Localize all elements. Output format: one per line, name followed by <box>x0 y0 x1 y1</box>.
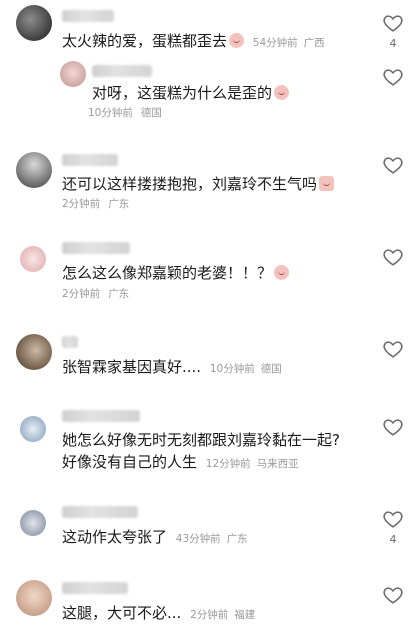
username[interactable] <box>62 10 114 22</box>
username[interactable] <box>62 582 128 594</box>
comment-location: 广东 <box>108 288 130 300</box>
comment-text: 这腿，大可不必... 2分钟前 福建 <box>62 604 256 622</box>
heart-outline-icon[interactable] <box>382 12 404 34</box>
username[interactable] <box>62 410 140 422</box>
like-count: 4 <box>389 533 397 546</box>
face-emoji-icon <box>229 33 245 48</box>
heart-outline-icon[interactable] <box>382 584 404 606</box>
comment-item[interactable]: 怎么这么像郑嘉颖的老婆！！？ 2分钟前 广东 <box>0 234 412 322</box>
comment-location: 广西 <box>303 37 325 49</box>
username[interactable] <box>62 154 118 166</box>
like-count: 4 <box>389 37 397 50</box>
comment-item[interactable]: 她怎么好像无时无刻都跟刘嘉玲黏在一起? 好像没有自己的人生 12分钟前 马来西亚 <box>0 402 412 500</box>
heart-outline-icon[interactable] <box>382 246 404 268</box>
comment-location: 马来西亚 <box>256 458 299 470</box>
avatar[interactable] <box>60 61 86 87</box>
heart-outline-icon[interactable] <box>382 508 404 530</box>
face-emoji-icon <box>319 176 335 191</box>
comment-text: 这动作太夸张了 43分钟前 广东 <box>62 528 248 546</box>
comment-location: 德国 <box>140 107 162 119</box>
comment-location: 福建 <box>234 609 256 621</box>
comment-location: 广东 <box>108 198 130 210</box>
comment-time: 10分钟前 <box>88 107 133 119</box>
comment-time: 2分钟前 <box>190 609 229 621</box>
heart-outline-icon[interactable] <box>382 66 404 88</box>
comment-text: 她怎么好像无时无刻都跟刘嘉玲黏在一起? <box>62 431 340 449</box>
comment-text: 太火辣的爱，蛋糕都歪去 54分钟前 广西 <box>62 32 325 50</box>
comment-time: 12分钟前 <box>205 458 251 470</box>
comment-location: 广东 <box>226 533 248 545</box>
heart-outline-icon[interactable] <box>382 416 404 438</box>
face-emoji-icon <box>274 85 290 100</box>
comment-time: 43分钟前 <box>175 533 221 545</box>
comment-text: 张智霖家基因真好.... 10分钟前 德国 <box>62 358 282 376</box>
avatar[interactable] <box>16 5 52 41</box>
comment-text: 怎么这么像郑嘉颖的老婆！！？ <box>62 263 290 284</box>
comment-time: 2分钟前 <box>62 288 101 300</box>
comment-text: 还可以这样搂搂抱抱，刘嘉玲不生气吗 <box>62 174 335 195</box>
avatar[interactable] <box>16 334 52 370</box>
comment-item[interactable]: 张智霖家基因真好.... 10分钟前 德国 <box>0 322 412 402</box>
comment-location: 德国 <box>260 363 282 375</box>
comment-text: 对呀，这蛋糕为什么是歪的 <box>92 83 290 104</box>
comment-item[interactable]: 这腿，大可不必... 2分钟前 福建 <box>0 572 412 640</box>
avatar[interactable] <box>20 246 46 272</box>
comment-item[interactable]: 太火辣的爱，蛋糕都歪去 54分钟前 广西 4 <box>0 0 412 60</box>
avatar[interactable] <box>20 510 46 536</box>
username[interactable] <box>62 336 78 348</box>
comment-meta: 2分钟前 广东 <box>62 286 137 301</box>
username[interactable] <box>62 242 130 254</box>
avatar[interactable] <box>20 416 46 442</box>
heart-outline-icon[interactable] <box>382 154 404 176</box>
reply-item[interactable]: 对呀，这蛋糕为什么是歪的 10分钟前 德国 <box>0 60 412 148</box>
comment-time: 2分钟前 <box>62 198 101 210</box>
comment-item[interactable]: 这动作太夸张了 43分钟前 广东 4 <box>0 500 412 572</box>
comment-meta: 2分钟前 广东 <box>62 196 137 211</box>
comment-text-line2: 好像没有自己的人生 12分钟前 马来西亚 <box>62 453 299 471</box>
username[interactable] <box>62 506 138 518</box>
comment-list: 太火辣的爱，蛋糕都歪去 54分钟前 广西 4 对呀，这蛋糕为什么是歪的 10分钟前… <box>0 0 412 640</box>
comment-time: 10分钟前 <box>209 363 255 375</box>
comment-item[interactable]: 还可以这样搂搂抱抱，刘嘉玲不生气吗 2分钟前 广东 <box>0 148 412 234</box>
heart-outline-icon[interactable] <box>382 338 404 360</box>
face-emoji-icon <box>274 265 290 280</box>
comment-meta: 10分钟前 德国 <box>88 105 170 120</box>
avatar[interactable] <box>16 580 52 616</box>
avatar[interactable] <box>16 152 52 188</box>
username[interactable] <box>92 65 152 77</box>
comment-time: 54分钟前 <box>252 37 298 49</box>
